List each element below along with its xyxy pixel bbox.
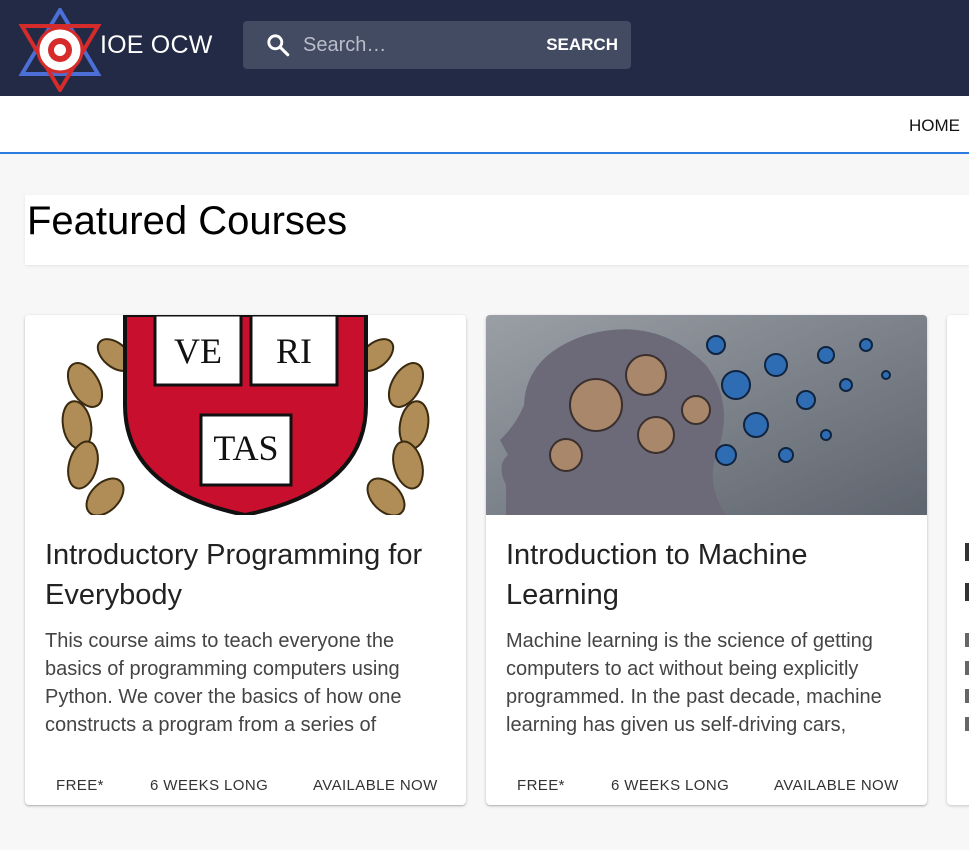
search-button[interactable]: SEARCH [538, 29, 628, 61]
brand-title[interactable]: IOE OCW [100, 31, 213, 60]
course-meta: FREE* 6 WEEKS LONG AVAILABLE NOW [25, 777, 466, 797]
course-card[interactable]: Introduction to Machine Learning Machine… [486, 315, 927, 805]
meta-price: FREE* [56, 777, 104, 794]
section-title: Featured Courses [27, 199, 348, 243]
search-bar: SEARCH [243, 21, 631, 69]
meta-price: FREE* [517, 777, 565, 794]
search-input[interactable] [303, 29, 528, 61]
ioe-logo-icon[interactable] [18, 8, 102, 92]
harvard-crest-image: VE RI TAS [25, 315, 466, 515]
partial-text-glyph [965, 583, 969, 601]
course-description: This course aims to teach everyone the b… [45, 630, 402, 736]
meta-duration: 6 WEEKS LONG [150, 777, 269, 794]
search-icon [267, 34, 290, 57]
meta-duration: 6 WEEKS LONG [611, 777, 730, 794]
featured-courses-header: Featured Courses [25, 195, 969, 265]
top-app-bar: IOE OCW SEARCH [0, 0, 969, 96]
nav-bar: HOME [0, 96, 969, 154]
course-meta: FREE* 6 WEEKS LONG AVAILABLE NOW [486, 777, 927, 797]
course-title[interactable]: Introduction to Machine Learning [506, 535, 911, 615]
meta-availability: AVAILABLE NOW [313, 777, 438, 794]
course-title[interactable]: Introductory Programming for Everybody [45, 535, 450, 615]
partial-text-glyph [965, 543, 969, 561]
crest-word-ve: VE [174, 331, 222, 371]
partial-text-glyph [965, 661, 969, 675]
course-card[interactable]: VE RI TAS Introductory Programming for E… [25, 315, 466, 805]
partial-text-glyph [965, 717, 969, 731]
crest-word-ri: RI [276, 331, 312, 371]
meta-availability: AVAILABLE NOW [774, 777, 899, 794]
course-card-partial[interactable] [947, 315, 969, 805]
partial-text-glyph [965, 689, 969, 703]
head-with-gears-image [486, 315, 927, 515]
partial-text-glyph [965, 633, 969, 647]
nav-home-link[interactable]: HOME [909, 116, 960, 136]
crest-word-tas: TAS [213, 428, 278, 468]
course-description: Machine learning is the science of getti… [506, 630, 882, 736]
